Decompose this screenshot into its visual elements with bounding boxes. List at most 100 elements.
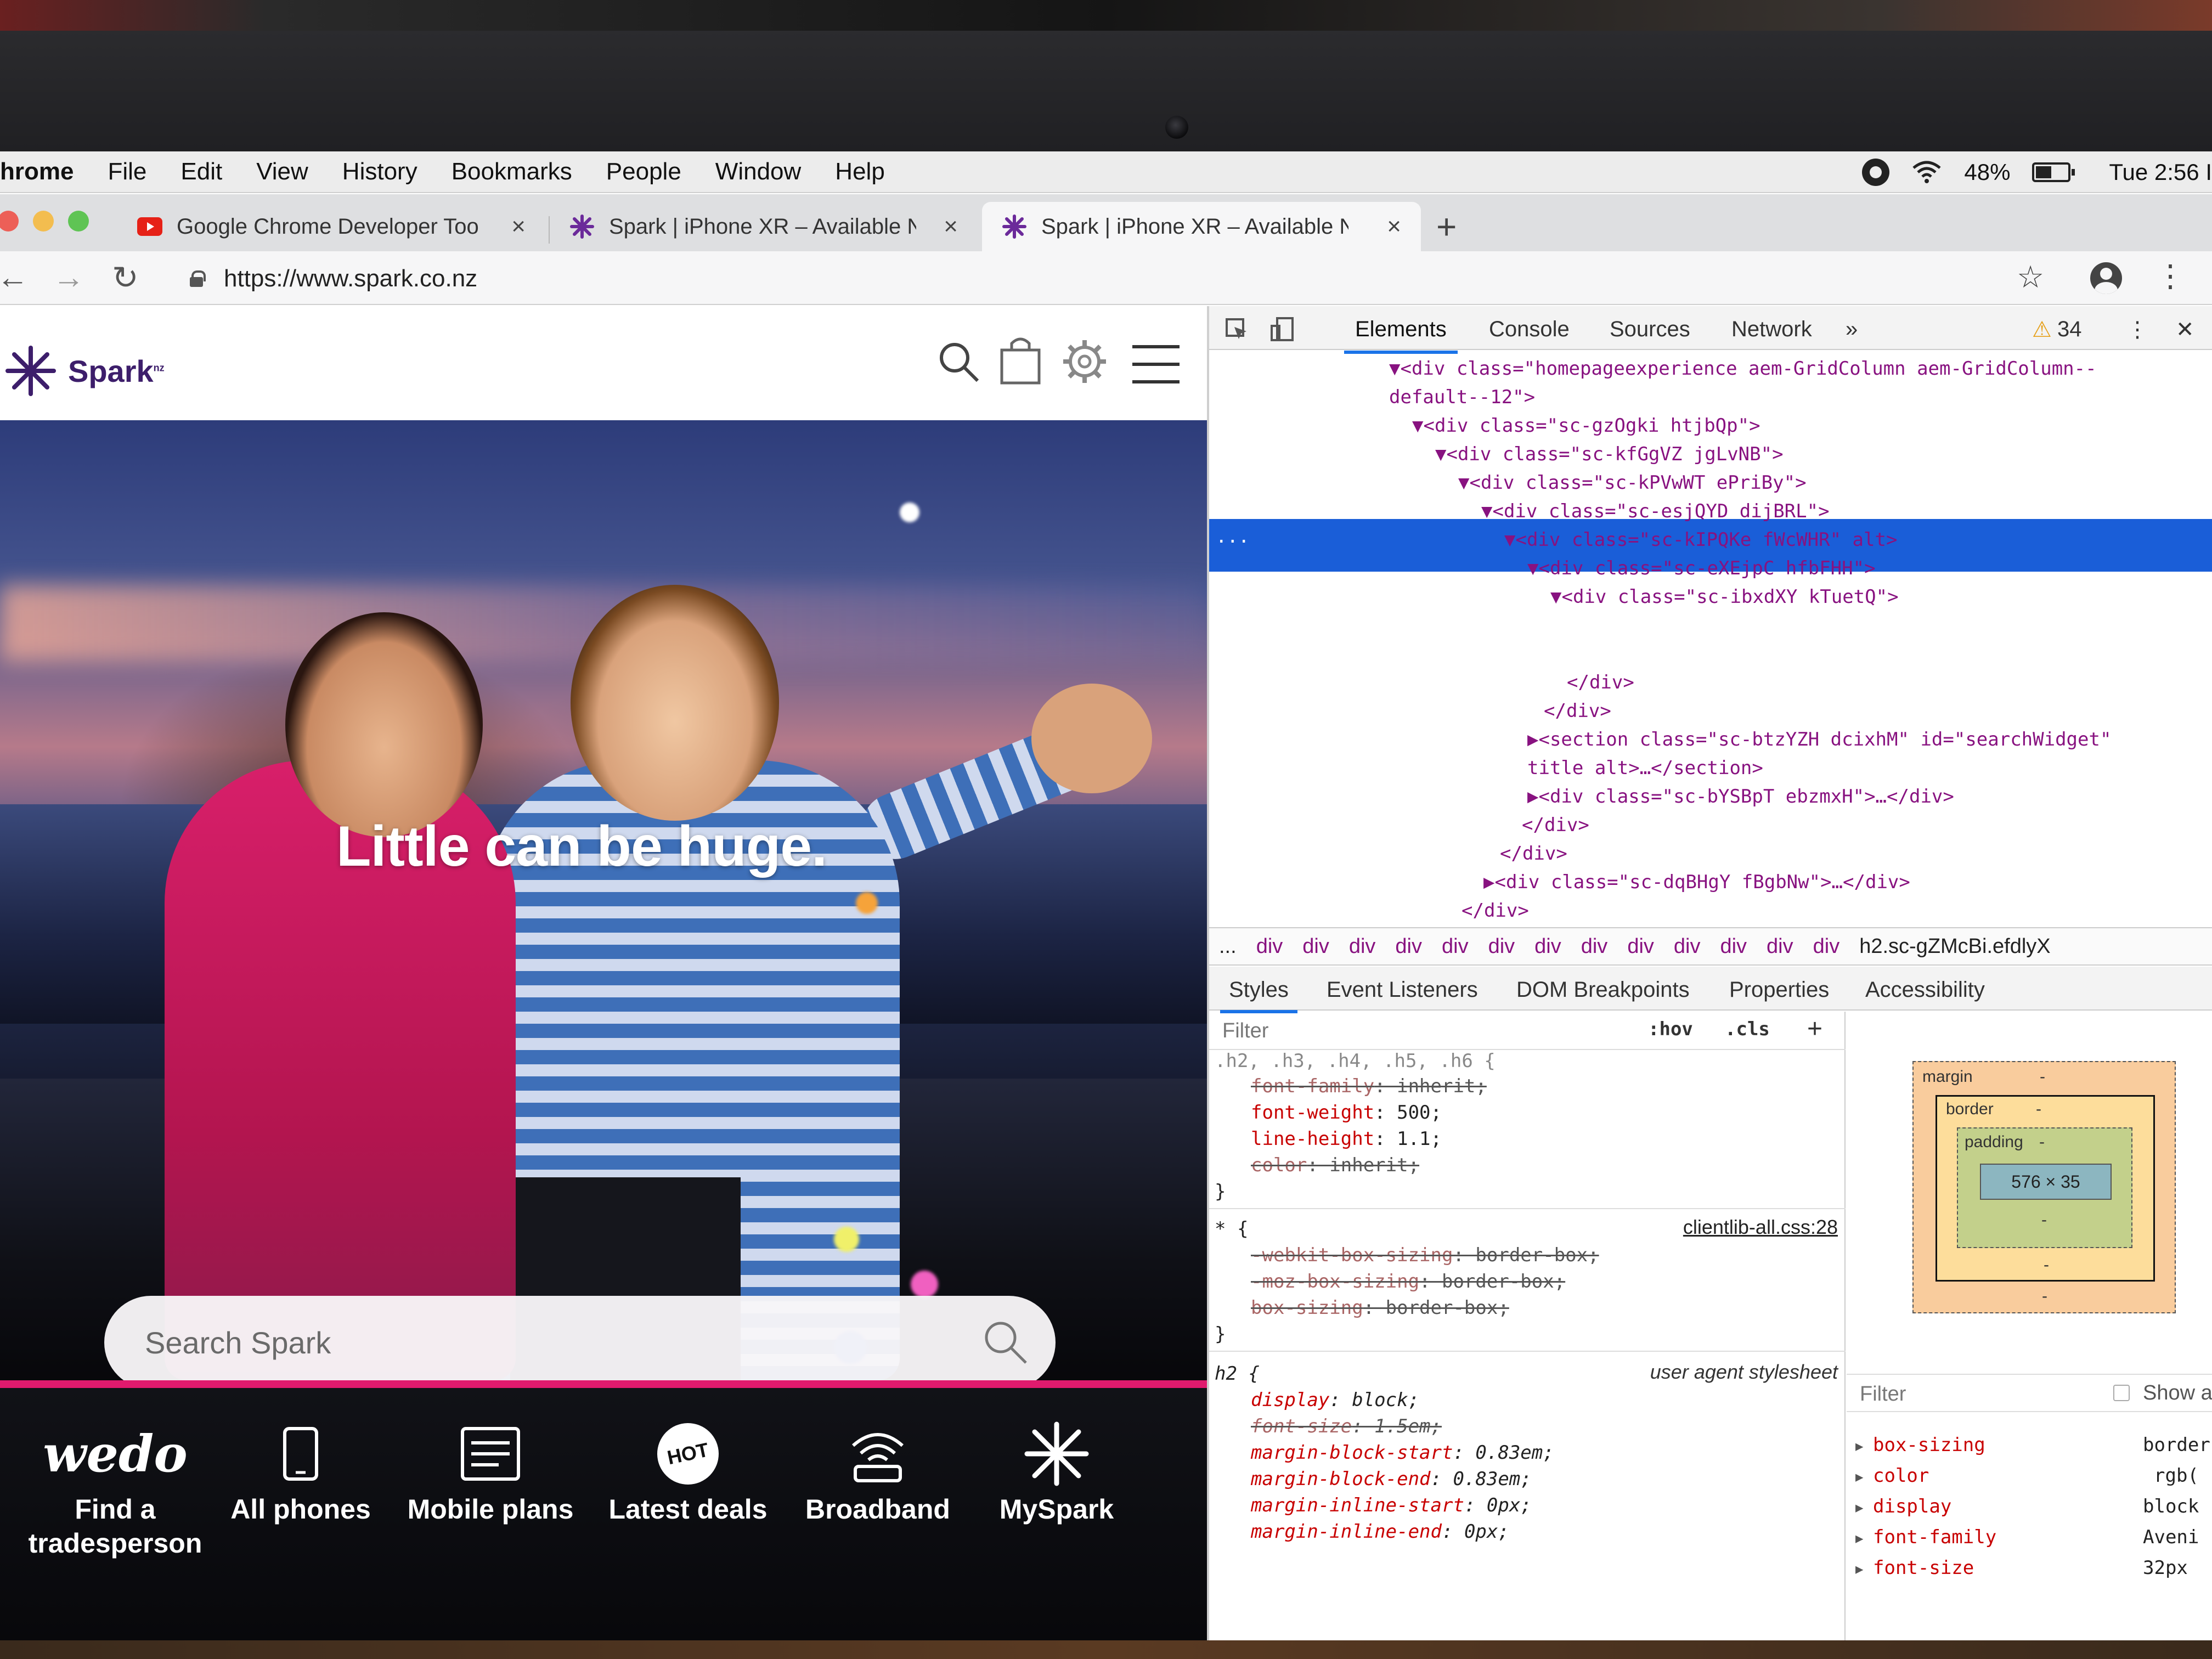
css-selector[interactable]: h2 { xyxy=(1215,1363,1260,1385)
quick-link-myspark[interactable]: MySpark xyxy=(969,1421,1144,1526)
dom-node[interactable]: ▶<div class="sc-dqBHgY fBgbNw">…</div> xyxy=(1483,871,1910,893)
css-declaration[interactable]: color: inherit; xyxy=(1251,1154,1419,1176)
warning-count[interactable]: 34 xyxy=(2057,317,2082,342)
dom-node[interactable]: ▼<div class="sc-esjQYD dijBRL"> xyxy=(1481,500,1830,522)
box-model-diagram[interactable]: margin - border - padding - 576 × 35 - -… xyxy=(1912,1061,2176,1313)
computed-row[interactable]: ▶ font-size 32px xyxy=(1847,1557,2212,1588)
dom-node[interactable]: ▼<div class="sc-gzOgki htjbQp"> xyxy=(1412,415,1760,437)
dom-node[interactable]: ▼<div class="sc-kPVwWT ePriBy"> xyxy=(1458,472,1807,494)
css-declaration[interactable]: -moz-box-sizing: border-box; xyxy=(1251,1271,1565,1293)
css-declaration[interactable]: margin-block-end: 0.83em; xyxy=(1251,1468,1532,1490)
selected-node-ellipsis[interactable]: ... xyxy=(1216,526,1249,548)
computed-filter-input[interactable]: Filter xyxy=(1860,1383,1906,1406)
warning-icon[interactable]: ⚠ xyxy=(2032,317,2052,342)
new-tab-button[interactable]: + xyxy=(1436,206,1457,247)
search-icon[interactable] xyxy=(982,1319,1029,1366)
css-declaration[interactable]: -webkit-box-sizing: border-box; xyxy=(1251,1244,1599,1266)
tab-network[interactable]: Network xyxy=(1731,317,1812,342)
css-declaration[interactable]: line-height: 1.1; xyxy=(1251,1128,1442,1150)
browser-menu-icon[interactable]: ⋮ xyxy=(2155,258,2186,294)
tab-close-icon[interactable]: × xyxy=(511,213,526,240)
tab-accessibility[interactable]: Accessibility xyxy=(1865,978,1985,1002)
stylesheet-link[interactable]: clientlib-all.css:28 xyxy=(1683,1216,1838,1239)
tab-spark-1[interactable]: Spark | iPhone XR – Available N × xyxy=(550,202,978,251)
close-window-icon[interactable] xyxy=(0,211,19,232)
breadcrumb-item[interactable]: div xyxy=(1534,935,1561,958)
profile-avatar-icon[interactable] xyxy=(2090,262,2122,294)
dom-node[interactable]: ▼<div class="homepageexperience aem-Grid… xyxy=(1389,358,2097,380)
menu-app-name[interactable]: hrome xyxy=(0,158,74,185)
breadcrumb-item[interactable]: div xyxy=(1349,935,1376,958)
breadcrumb-current[interactable]: h2.sc-gZMcBi.efdlyX xyxy=(1859,935,2050,958)
search-icon[interactable] xyxy=(937,340,981,384)
css-declaration[interactable]: margin-inline-start: 0px; xyxy=(1251,1494,1532,1516)
wifi-icon[interactable] xyxy=(1911,160,1942,184)
spark-logo[interactable]: Sparknz xyxy=(4,345,165,397)
dom-node[interactable]: </div> xyxy=(1544,700,1611,722)
breadcrumb-item[interactable]: ... xyxy=(1219,935,1237,958)
dom-node[interactable]: ▼<div class="sc-kIPQKe fWcWHR" alt> xyxy=(1504,529,1897,551)
minimize-window-icon[interactable] xyxy=(33,211,54,232)
dom-node-selected-close[interactable]: </h2> == $0 xyxy=(1588,643,1711,665)
menu-file[interactable]: File xyxy=(108,158,146,185)
dom-node[interactable]: </div> xyxy=(1462,900,1529,922)
menu-edit[interactable]: Edit xyxy=(180,158,222,185)
css-declaration[interactable]: box-sizing: border-box; xyxy=(1251,1297,1509,1319)
breadcrumb-item[interactable]: div xyxy=(1767,935,1793,958)
quick-link-tradesperson[interactable]: wedo Find a tradesperson xyxy=(27,1421,203,1560)
tab-styles[interactable]: Styles xyxy=(1220,978,1297,1013)
css-selector[interactable]: * { xyxy=(1215,1218,1248,1240)
computed-row[interactable]: ▶ box-sizing border xyxy=(1847,1434,2212,1465)
dom-node[interactable]: ▼<div class="sc-eXEjpC hfbFHH"> xyxy=(1527,557,1876,579)
quick-link-mobile-plans[interactable]: Mobile plans xyxy=(403,1421,578,1526)
dom-node[interactable]: ▼<div class="sc-ibxdXY kTuetQ"> xyxy=(1550,586,1899,608)
menu-view[interactable]: View xyxy=(256,158,308,185)
dom-node[interactable]: ▶<div class="sc-bYSBpT ebzmxH">…</div> xyxy=(1527,786,1954,808)
breadcrumb-item[interactable]: div xyxy=(1627,935,1654,958)
menu-bookmarks[interactable]: Bookmarks xyxy=(452,158,572,185)
breadcrumb-item[interactable]: div xyxy=(1581,935,1608,958)
hamburger-menu-icon[interactable] xyxy=(1132,343,1180,385)
breadcrumb-item[interactable]: div xyxy=(1488,935,1515,958)
reload-button[interactable]: ↻ xyxy=(112,259,139,296)
inspect-element-icon[interactable] xyxy=(1224,317,1249,341)
dom-node[interactable]: title alt>…</section> xyxy=(1527,757,1763,779)
menu-history[interactable]: History xyxy=(342,158,417,185)
tab-spark-active[interactable]: Spark | iPhone XR – Available N × xyxy=(982,202,1421,251)
screen-record-icon[interactable] xyxy=(1862,159,1890,186)
menu-clock[interactable]: Tue 2:56 I xyxy=(2109,159,2212,185)
dom-node[interactable]: </div> xyxy=(1567,672,1634,693)
tab-properties[interactable]: Properties xyxy=(1729,978,1829,1002)
menu-window[interactable]: Window xyxy=(715,158,802,185)
tab-elements[interactable]: Elements xyxy=(1344,317,1458,354)
lock-icon[interactable] xyxy=(190,270,206,287)
settings-gear-icon[interactable] xyxy=(1061,338,1108,385)
computed-row[interactable]: ▶ display block xyxy=(1847,1496,2212,1526)
styles-filter[interactable]: Filter :hov .cls + xyxy=(1209,1012,1846,1050)
forward-button[interactable]: → xyxy=(53,259,84,296)
more-tabs-button[interactable]: » xyxy=(1846,317,1858,342)
breadcrumb-item[interactable]: div xyxy=(1674,935,1701,958)
computed-row[interactable]: ▶ color rgb( xyxy=(1847,1465,2212,1496)
show-all-checkbox[interactable] xyxy=(2113,1385,2130,1401)
css-declaration[interactable]: font-size: 1.5em; xyxy=(1251,1415,1442,1437)
battery-icon[interactable] xyxy=(2032,162,2075,182)
breadcrumb-item[interactable]: div xyxy=(1813,935,1840,958)
address-bar[interactable]: https://www.spark.co.nz xyxy=(170,258,1997,300)
device-toolbar-icon[interactable] xyxy=(1269,316,1295,342)
menu-people[interactable]: People xyxy=(606,158,681,185)
quick-link-latest-deals[interactable]: HOT Latest deals xyxy=(600,1417,776,1526)
tab-close-icon[interactable]: × xyxy=(1387,213,1401,240)
quick-link-all-phones[interactable]: All phones xyxy=(213,1421,388,1526)
bookmark-star-icon[interactable]: ☆ xyxy=(2017,259,2044,295)
tab-dom-breakpoints[interactable]: DOM Breakpoints xyxy=(1516,978,1690,1002)
computed-filter[interactable]: Filter Show a xyxy=(1847,1374,2212,1412)
dom-node[interactable]: default--12"> xyxy=(1389,386,1535,408)
tab-devtools-video[interactable]: Google Chrome Developer Too × xyxy=(117,202,545,251)
breadcrumb-item[interactable]: div xyxy=(1302,935,1329,958)
css-declaration[interactable]: margin-block-start: 0.83em; xyxy=(1251,1442,1554,1464)
breadcrumb-item[interactable]: div xyxy=(1256,935,1283,958)
dom-node[interactable]: </div> xyxy=(1500,843,1567,865)
tab-event-listeners[interactable]: Event Listeners xyxy=(1327,978,1478,1002)
spark-search-input[interactable]: Search Spark xyxy=(104,1296,1056,1380)
